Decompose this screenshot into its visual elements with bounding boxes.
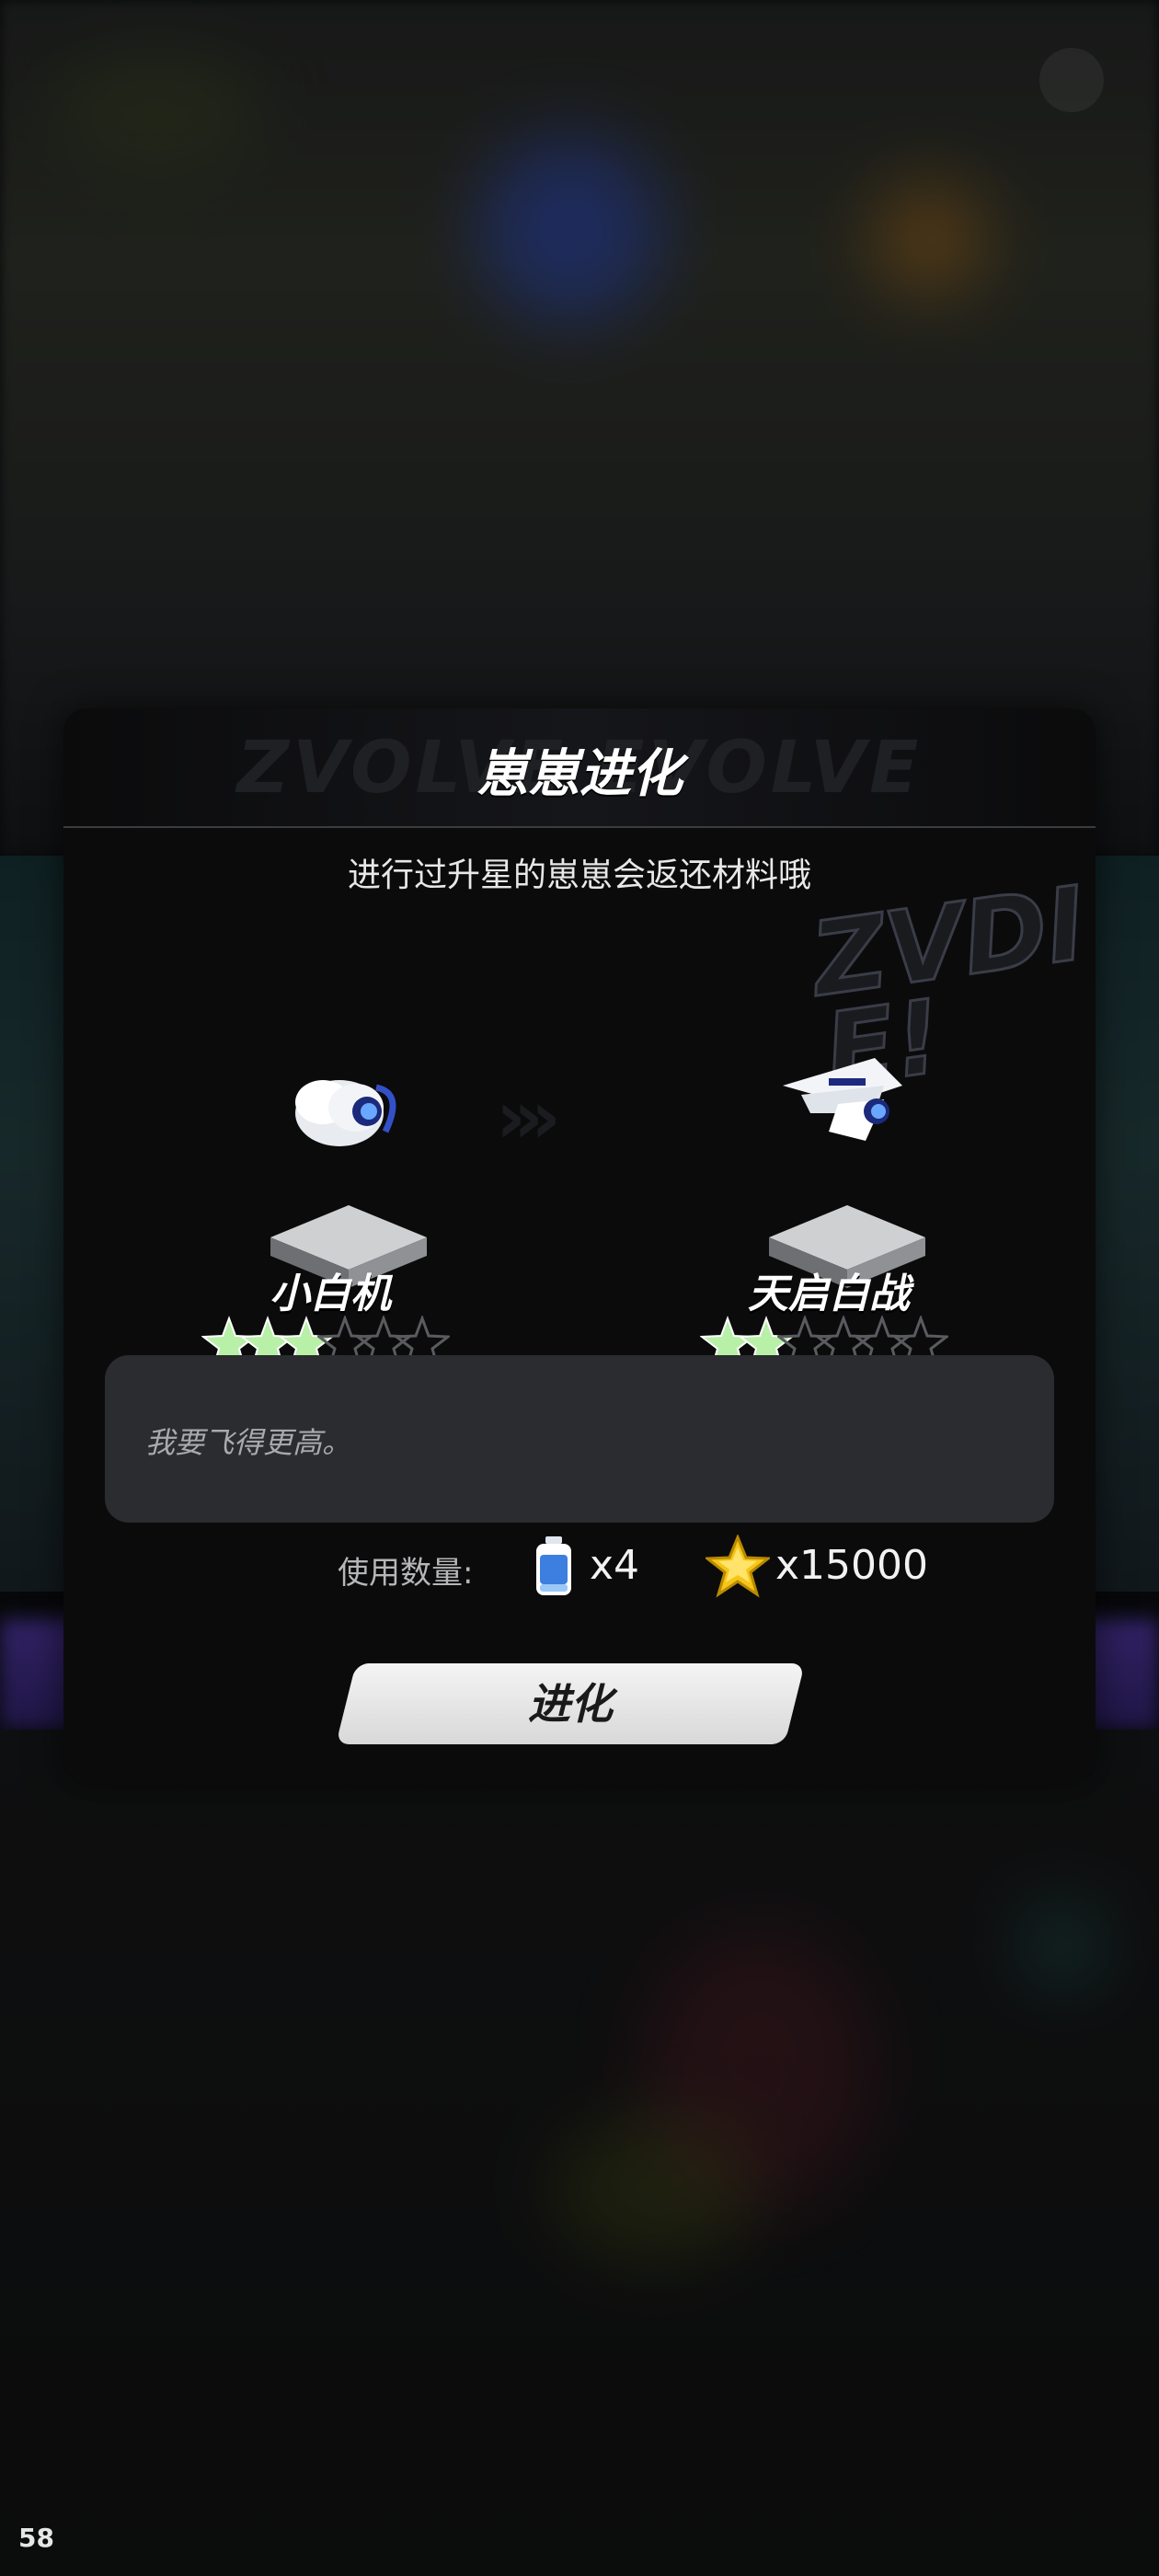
dialog-title: 崽崽进化 xyxy=(476,744,683,804)
coin-count: x15000 xyxy=(775,1542,929,1589)
evolve-button[interactable] xyxy=(336,1663,805,1744)
current-pet-name: 小白机 xyxy=(270,1271,391,1317)
description-box: 我要飞得更高。 xyxy=(105,1355,1054,1523)
bottle-count: x4 xyxy=(590,1542,640,1589)
white-drone-icon xyxy=(295,1080,396,1146)
target-pet[interactable]: 天启白战 xyxy=(682,1049,976,1371)
cost-label: 使用数量: xyxy=(338,1555,474,1592)
description-text: 我要飞得更高。 xyxy=(145,1425,352,1460)
gold-star-coin-icon xyxy=(706,1535,770,1598)
fps-counter: 58 xyxy=(18,2523,54,2553)
background-close-button[interactable] xyxy=(1039,48,1104,112)
evolve-arrow-icon: ››› xyxy=(496,1075,561,1160)
target-pet-name: 天启白战 xyxy=(748,1271,910,1317)
energy-bottle-icon xyxy=(536,1536,571,1595)
dialog-header: ZVOLVE EVOLVE 崽崽进化 xyxy=(63,708,1096,828)
current-pet[interactable]: 小白机 xyxy=(183,1049,477,1371)
white-fighter-icon xyxy=(783,1058,902,1141)
evolution-dialog: ZVOLVE EVOLVE 崽崽进化 进行过升星的崽崽会返还材料哦 ZVDI E!… xyxy=(63,708,1096,1783)
